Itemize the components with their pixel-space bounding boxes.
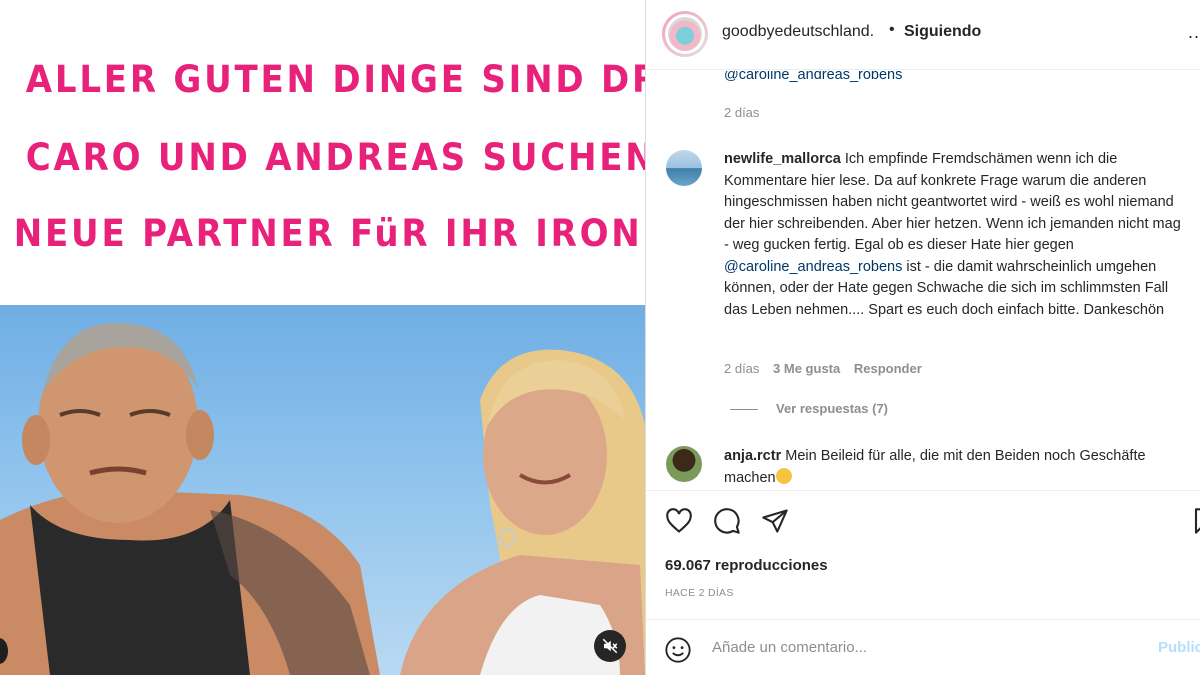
post-media[interactable]: ALLER GUTEN DINGE SIND DREI!? CARO UND A… (0, 0, 645, 675)
comment-mention[interactable]: @caroline_andreas_robens (724, 259, 902, 275)
header-separator: • (889, 21, 895, 38)
view-replies-label: Ver respuestas (7) (776, 401, 889, 416)
add-comment-input[interactable] (712, 632, 1132, 662)
comment-username[interactable]: newlife_mallorca (724, 151, 841, 167)
video-frame[interactable] (0, 305, 645, 675)
post-actions: 69.067 reproducciones HACE 2 DÍAS Public… (646, 490, 1200, 665)
heart-icon[interactable] (664, 507, 694, 535)
comment-body: anja.rctr Mein Beileid für alle, die mit… (724, 446, 1189, 489)
author-username[interactable]: goodbyedeutschland. (722, 23, 874, 41)
previous-comment-mention[interactable]: @caroline_andreas_robens (724, 71, 902, 83)
publish-button[interactable]: Publicar (1158, 639, 1200, 656)
add-comment-bar: Publicar (646, 619, 1200, 675)
comment-body: newlife_mallorca Ich empfinde Fremdschäm… (724, 149, 1189, 321)
view-count[interactable]: 69.067 reproducciones (665, 557, 828, 574)
view-replies-button[interactable]: Ver respuestas (7) (730, 401, 888, 416)
comment-icon[interactable] (712, 507, 742, 535)
bookmark-icon[interactable] (1192, 507, 1200, 535)
comment-username[interactable]: anja.rctr (724, 448, 781, 464)
post-age: HACE 2 DÍAS (665, 587, 734, 599)
comment-meta: 2 días 3 Me gusta Responder (724, 361, 932, 376)
reply-button[interactable]: Responder (854, 361, 922, 376)
comment-avatar[interactable] (666, 446, 702, 482)
comment-likes[interactable]: 3 Me gusta (773, 361, 840, 376)
comment-time: 2 días (724, 361, 760, 376)
speaker-muted-icon (602, 638, 618, 654)
more-options-icon[interactable]: ... (1188, 22, 1200, 43)
post-sidebar: goodbyedeutschland. • Siguiendo ... @car… (646, 0, 1200, 675)
video-title-card: ALLER GUTEN DINGE SIND DREI!? CARO UND A… (0, 0, 645, 305)
video-frame-illustration (0, 322, 645, 675)
emoji-picker-icon[interactable] (664, 636, 692, 664)
following-button[interactable]: Siguiendo (904, 23, 981, 41)
title-line-1: ALLER GUTEN DINGE SIND DREI!? (25, 58, 645, 101)
comment-list[interactable]: @caroline_andreas_robens 2 días newlife_… (646, 71, 1200, 489)
title-line-2: CARO UND ANDREAS SUCHEN (25, 136, 645, 179)
author-avatar[interactable] (662, 11, 708, 57)
previous-comment-time: 2 días (724, 105, 760, 120)
comment-avatar[interactable] (666, 150, 702, 186)
mute-button[interactable] (594, 630, 626, 662)
title-line-3: NEUE PARTNER FüR IHR IRON DINER (13, 212, 645, 255)
post-header: goodbyedeutschland. • Siguiendo ... (646, 0, 1200, 70)
grimace-emoji-icon (775, 467, 792, 484)
share-icon[interactable] (760, 507, 790, 535)
